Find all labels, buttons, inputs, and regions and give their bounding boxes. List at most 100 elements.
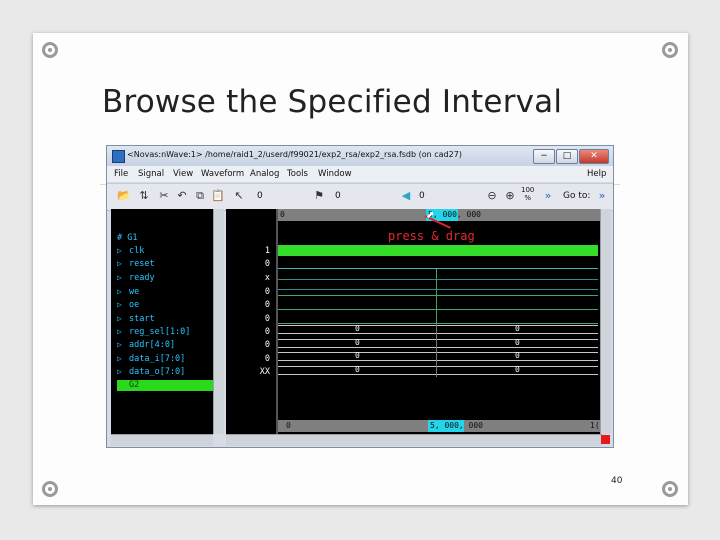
signal-hscrollbar[interactable]	[111, 434, 213, 446]
value-hscrollbar[interactable]	[226, 434, 276, 446]
arrow-left-icon[interactable]: ◀	[399, 189, 413, 203]
time-ruler[interactable]: 0 5, 000, 000	[278, 209, 602, 221]
signal-row[interactable]: ▷ data_i[7:0]	[117, 354, 185, 364]
zoom-level[interactable]: 100%	[521, 186, 534, 202]
signal-row[interactable]: ▷ clk	[117, 246, 144, 256]
zoom-in-icon[interactable]: ⊕	[503, 189, 517, 203]
toolbar-field-1[interactable]: 0	[257, 191, 263, 202]
signal-row[interactable]: ▷ start	[117, 314, 155, 324]
open-icon[interactable]: 📂	[117, 189, 131, 203]
ruler-selected-time: 5, 000, 000	[428, 210, 481, 219]
signal-name: reg_sel[1:0]	[129, 327, 191, 337]
signal-row[interactable]: ▷ data_o[7:0]	[117, 367, 185, 377]
menu-window[interactable]: Window	[318, 169, 352, 179]
signal-value: 0	[264, 300, 270, 310]
pin-icon	[662, 481, 678, 497]
ruler-start: 0	[280, 210, 285, 219]
slide-title: Browse the Specified Interval	[102, 84, 563, 120]
annotation-text: press & drag	[388, 229, 475, 243]
toolbar-field-3[interactable]: 0	[419, 191, 425, 202]
waveform-scrollbar[interactable]	[600, 209, 611, 434]
window-title: <Novas:nWave:1> /home/raid1_2/userd/f990…	[127, 150, 462, 159]
window-titlebar[interactable]: <Novas:nWave:1> /home/raid1_2/userd/f990…	[107, 146, 613, 166]
paste-icon[interactable]: 📋	[211, 189, 225, 203]
chevron-right-icon[interactable]: »	[595, 189, 609, 203]
signal-arrow-icon: ▷	[117, 273, 122, 282]
menu-waveform[interactable]: Waveform	[201, 169, 244, 179]
signal-name: addr[4:0]	[129, 340, 176, 350]
reset-waveform	[278, 268, 598, 269]
signal-arrow-icon: ▷	[117, 314, 122, 323]
data-i-bus	[278, 352, 598, 361]
menu-analog[interactable]: Analog	[250, 169, 279, 179]
signal-row[interactable]: ▷ oe	[117, 300, 139, 310]
value-pane: 1 0 x 0 0 0 0 0 0 XX	[226, 209, 276, 434]
page-number: 40	[611, 476, 623, 486]
signal-row[interactable]: ▷ reg_sel[1:0]	[117, 327, 190, 337]
signal-icon[interactable]: ⇅	[137, 189, 151, 203]
signal-pane: # G1 ▷ clk ▷ reset ▷ ready ▷ we ▷ oe ▷ start ▷…	[111, 209, 213, 434]
marker-icon[interactable]: ⚑	[312, 189, 326, 203]
bus-value: 0	[355, 365, 360, 374]
pin-icon	[42, 481, 58, 497]
toolbar-field-2[interactable]: 0	[335, 191, 341, 202]
group-row-selected[interactable]: G2	[117, 380, 213, 391]
maximize-button[interactable]: □	[556, 149, 578, 164]
toolbar: 📂 ⇅ ✂ ↶ ⧉ 📋 ↖ 0 ⚑ 0 ◀ 0 ⊖ ⊕ 100% » Go to…	[107, 183, 613, 211]
menubar: File Signal View Waveform Analog Tools W…	[107, 166, 613, 182]
nwave-window[interactable]: <Novas:nWave:1> /home/raid1_2/userd/f990…	[106, 145, 614, 448]
signal-arrow-icon: ▷	[117, 340, 122, 349]
ready-waveform	[278, 279, 598, 290]
signal-scrollbar[interactable]	[213, 209, 224, 434]
menu-tools[interactable]: Tools	[287, 169, 308, 179]
menu-help[interactable]: Help	[587, 169, 606, 179]
undo-icon[interactable]: ↶	[175, 189, 189, 203]
signal-value: 0	[264, 287, 270, 297]
zoom-out-icon[interactable]: ⊖	[485, 189, 499, 203]
signal-row[interactable]: ▷ reset	[117, 259, 155, 269]
signal-row[interactable]: ▷ ready	[117, 273, 155, 283]
signal-name: reset	[129, 259, 155, 269]
menu-file[interactable]: File	[114, 169, 128, 179]
pin-icon	[662, 42, 678, 58]
pointer-icon[interactable]: ↖	[232, 189, 246, 203]
ruler-selected-time: 5, 000, 000	[430, 421, 483, 430]
signal-name: we	[129, 287, 140, 297]
signal-name: data_o[7:0]	[129, 367, 186, 377]
signal-value: x	[264, 273, 270, 283]
bus-transition-marker	[436, 325, 437, 377]
bus-value: 0	[355, 351, 360, 360]
bus-value: 0	[355, 338, 360, 347]
signal-name: data_i[7:0]	[129, 354, 186, 364]
app-icon	[112, 150, 125, 163]
group-label[interactable]: # G1	[117, 233, 137, 243]
signal-arrow-icon: ▷	[117, 354, 122, 363]
we-waveform	[278, 295, 598, 296]
signal-value: 0	[264, 354, 270, 364]
signal-name: ready	[129, 273, 155, 283]
time-ruler-bottom[interactable]: 0 5, 000, 000 1(	[278, 420, 602, 432]
signal-value: 0	[264, 314, 270, 324]
signal-name: start	[129, 314, 155, 324]
close-button[interactable]: ✕	[579, 149, 609, 164]
waveform-hscrollbar[interactable]	[276, 434, 602, 446]
signal-arrow-icon: ▷	[117, 327, 122, 336]
menu-signal[interactable]: Signal	[138, 169, 164, 179]
signal-arrow-icon: ▷	[117, 300, 122, 309]
copy-icon[interactable]: ⧉	[193, 189, 207, 203]
reg-sel-bus	[278, 325, 598, 334]
chevron-right-icon[interactable]: »	[541, 189, 555, 203]
signal-row[interactable]: ▷ addr[4:0]	[117, 340, 175, 350]
signal-row[interactable]: ▷ we	[117, 287, 139, 297]
minimize-button[interactable]: −	[533, 149, 555, 164]
oe-waveform	[278, 309, 598, 310]
waveform-pane[interactable]: 0 5, 000, 000 ⬈ press & drag 0 0 0 0 0 0…	[276, 209, 602, 434]
bus-value: 0	[515, 338, 520, 347]
ruler-end: 1(	[590, 421, 600, 430]
signal-value: 0	[264, 340, 270, 350]
cut-icon[interactable]: ✂	[157, 189, 171, 203]
menu-view[interactable]: View	[173, 169, 193, 179]
edge-marker	[436, 269, 437, 329]
signal-value: 1	[264, 246, 270, 256]
group-label: G2	[129, 380, 140, 390]
